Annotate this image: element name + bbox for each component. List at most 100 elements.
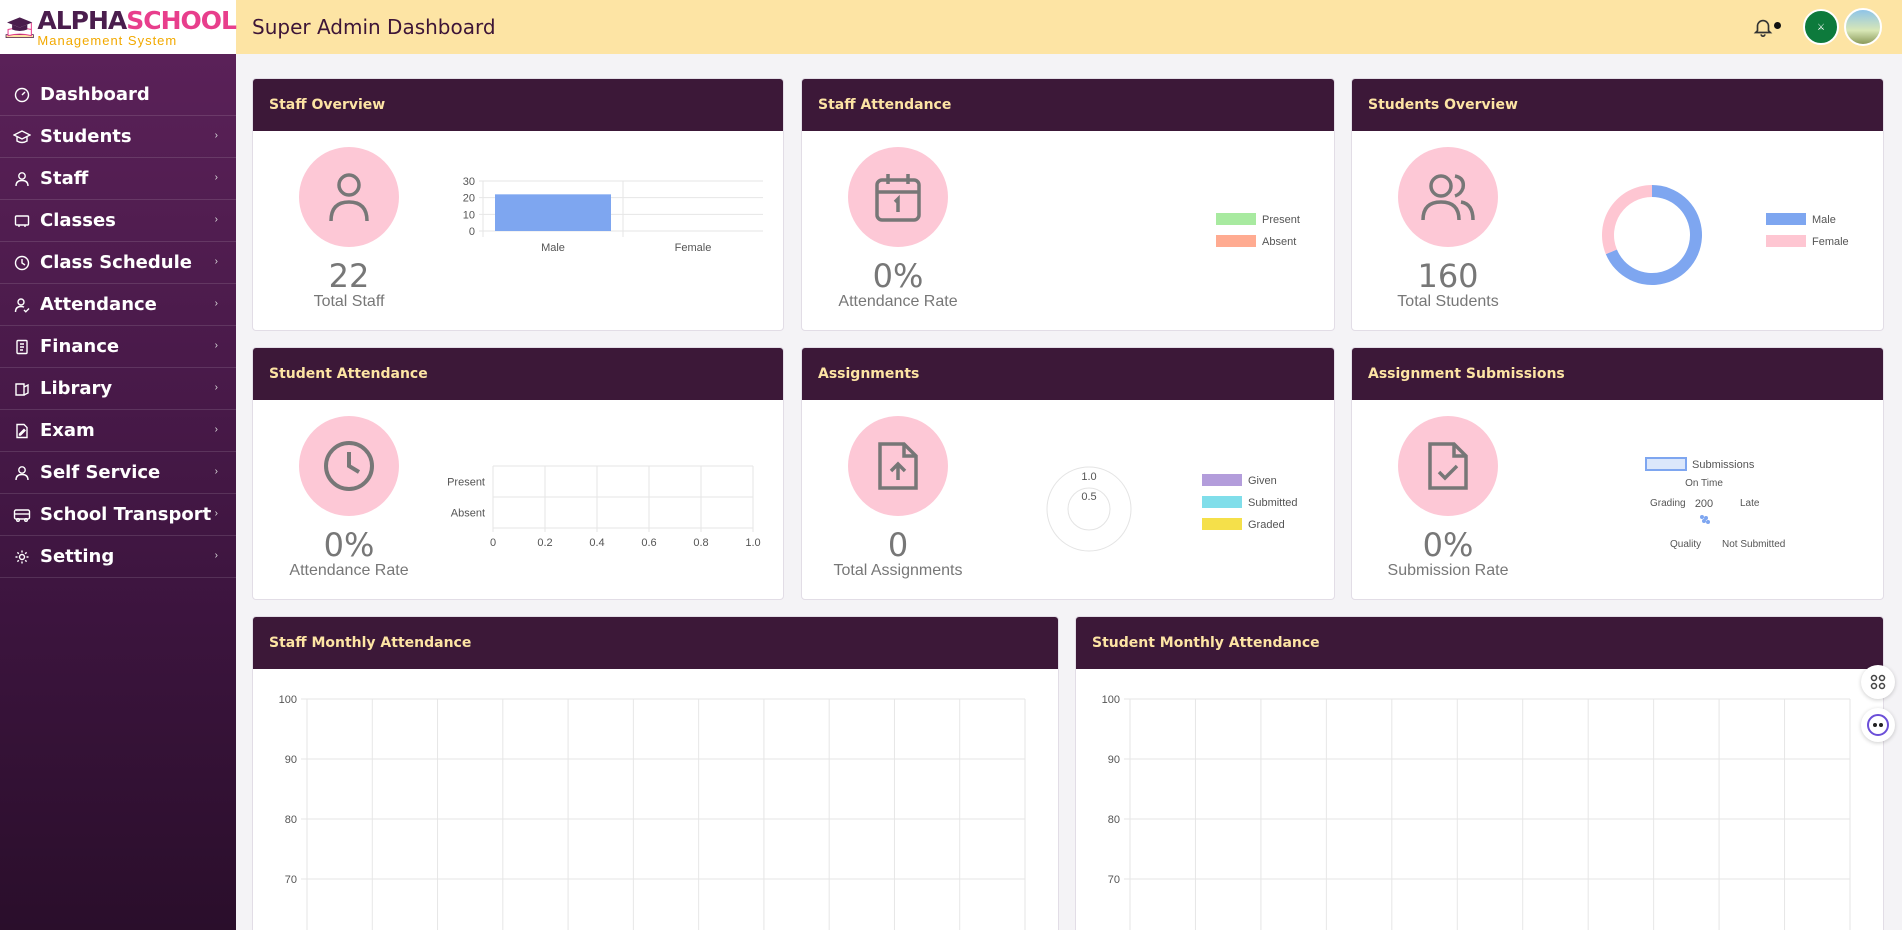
legend-label-present: Present <box>1262 214 1300 226</box>
bar <box>495 194 611 231</box>
sidebar-item-label: Class Schedule <box>40 252 192 273</box>
sidebar-item-dashboard[interactable]: Dashboard <box>0 74 236 116</box>
calendar-icon <box>848 147 948 247</box>
sidebar-item-label: Library <box>40 378 113 399</box>
sidebar-item-finance[interactable]: Finance › <box>0 326 236 368</box>
legend-label-submissions: Submissions <box>1692 459 1755 471</box>
legend-label-graded: Graded <box>1248 519 1285 531</box>
sidebar-item-library[interactable]: Library › <box>0 368 236 410</box>
x-tick-label: 0.8 <box>693 537 708 549</box>
card-title: Staff Attendance <box>818 97 952 113</box>
stat-label: Total Assignments <box>833 562 963 579</box>
user-check-icon <box>13 296 31 314</box>
assistant-icon[interactable] <box>1861 708 1895 742</box>
user-icon <box>13 464 31 482</box>
staff-overview-card: Staff Overview 22 Total Staff 30 20 10 0 Ma… <box>252 78 784 331</box>
stat-label: Attendance Rate <box>289 562 409 579</box>
x-tick-label: 1.0 <box>745 537 760 549</box>
student-monthly-line-chart: 100 90 80 70 <box>1102 694 1851 930</box>
card-title: Student Monthly Attendance <box>1092 635 1320 651</box>
stat-value: 0% <box>1422 526 1474 564</box>
radar-axis-label: Not Submitted <box>1722 539 1785 550</box>
legend-label-given: Given <box>1248 475 1277 487</box>
logo[interactable]: ALPHASCHOOL Management System <box>0 0 237 54</box>
x-tick-label: 0.6 <box>641 537 656 549</box>
legend-swatch-male <box>1766 213 1806 225</box>
sidebar-item-label: School Transport <box>40 504 212 525</box>
assignments-polar-chart: 1.0 0.5 <box>1046 466 1132 552</box>
sidebar-item-students[interactable]: Students › <box>0 116 236 158</box>
logo-text-alpha: ALPHA <box>37 5 127 35</box>
card-title: Student Attendance <box>269 366 428 382</box>
user-icon <box>299 147 399 247</box>
sidebar-item-label: Self Service <box>40 462 161 483</box>
legend-swatch-given <box>1202 474 1242 486</box>
x-tick-label: 0.4 <box>589 537 604 549</box>
file-check-icon <box>1398 416 1498 516</box>
sidebar-item-setting[interactable]: Setting › <box>0 536 236 578</box>
page-title: Super Admin Dashboard <box>252 15 496 39</box>
radar-axis-label: On Time <box>1685 478 1723 489</box>
language-flag-icon[interactable]: ⚔ <box>1803 9 1839 45</box>
staff-monthly-attendance-card: Staff Monthly Attendance 100 90 80 70 <box>252 616 1059 930</box>
legend-swatch-present <box>1216 213 1256 225</box>
legend-swatch-graded <box>1202 518 1242 530</box>
y-tick-label: 100 <box>1102 694 1120 706</box>
y-tick-label: Present <box>447 477 485 489</box>
card-header: Student Monthly Attendance <box>1076 617 1883 669</box>
command-icon[interactable] <box>1861 665 1895 699</box>
student-attendance-bar-chart: Present Absent 0 0.2 0.4 0.6 0.8 1.0 <box>447 465 761 549</box>
y-tick-label: 0 <box>469 226 475 238</box>
card-title: Students Overview <box>1368 97 1518 113</box>
sidebar-item-classes[interactable]: Classes › <box>0 200 236 242</box>
radar-tick-label: 200 <box>1695 498 1713 510</box>
logo-subtitle: Management System <box>37 32 178 48</box>
stat-label: Total Staff <box>313 293 385 310</box>
stat-label: Attendance Rate <box>838 293 958 310</box>
avatar[interactable] <box>1844 8 1882 46</box>
y-tick-label: 70 <box>1108 874 1120 886</box>
stat-value: 22 <box>328 257 370 295</box>
bus-icon <box>13 506 31 524</box>
stat-value: 0% <box>872 257 924 295</box>
sidebar-item-exam[interactable]: Exam › <box>0 410 236 452</box>
y-tick-label: 30 <box>463 176 475 188</box>
receipt-icon <box>13 338 31 356</box>
y-tick-label: 90 <box>1108 754 1120 766</box>
notification-dot <box>1774 22 1781 29</box>
radar-point <box>1706 520 1710 524</box>
book-icon <box>13 380 31 398</box>
staff-attendance-card: Staff Attendance 0% Attendance Rate Pres… <box>801 78 1335 331</box>
sidebar-item-self-service[interactable]: Self Service › <box>0 452 236 494</box>
sidebar-item-label: Classes <box>40 210 116 231</box>
sidebar-item-staff[interactable]: Staff › <box>0 158 236 200</box>
students-donut-chart <box>1602 185 1702 285</box>
student-monthly-attendance-card: Student Monthly Attendance 100 90 80 70 <box>1075 616 1884 930</box>
x-tick-label: 0 <box>490 537 496 549</box>
chevron-right-icon: › <box>214 172 218 183</box>
bell-icon[interactable] <box>1752 16 1774 38</box>
card-header: Staff Monthly Attendance <box>253 617 1058 669</box>
chevron-right-icon: › <box>214 382 218 393</box>
legend-label-female: Female <box>1812 236 1849 248</box>
sidebar-item-label: Finance <box>40 336 120 357</box>
radar-point <box>1700 515 1704 519</box>
y-tick-label: 80 <box>1108 814 1120 826</box>
sidebar-item-school-transport[interactable]: School Transport › <box>0 494 236 536</box>
stat-value: 0% <box>323 526 375 564</box>
sidebar-item-label: Dashboard <box>40 84 150 105</box>
legend-swatch-submitted <box>1202 496 1242 508</box>
stat-label: Submission Rate <box>1387 562 1509 579</box>
card-title: Assignments <box>818 366 920 382</box>
sidebar-item-label: Setting <box>40 546 115 567</box>
student-attendance-card: Student Attendance 0% Attendance Rate Pr… <box>252 347 784 600</box>
sidebar-item-class-schedule[interactable]: Class Schedule › <box>0 242 236 284</box>
chevron-right-icon: › <box>214 508 218 519</box>
card-header: Staff Attendance <box>802 79 1334 131</box>
sidebar-item-label: Exam <box>40 420 95 441</box>
card-title: Staff Overview <box>269 97 386 113</box>
staff-monthly-line-chart: 100 90 80 70 <box>279 694 1026 930</box>
logo-text-school: SCHOOL <box>126 5 237 35</box>
sidebar-item-attendance[interactable]: Attendance › <box>0 284 236 326</box>
submissions-radar-chart: Submissions On Time Late Not Submitted Q… <box>1645 457 1785 550</box>
